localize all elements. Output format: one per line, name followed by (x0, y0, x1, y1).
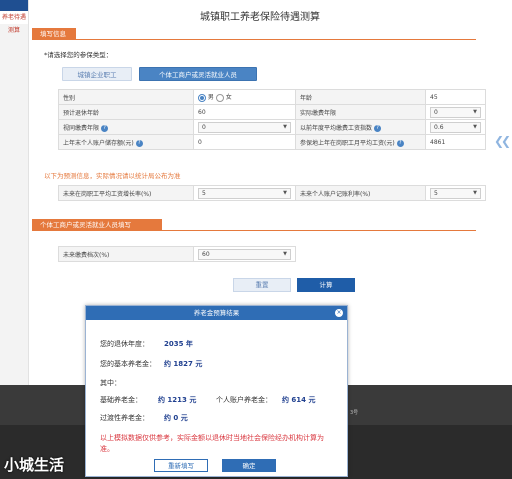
deemed-years-label-cell: 视同缴费年限? (58, 119, 194, 135)
section-divider (76, 39, 476, 40)
actual-years-label: 实际缴费年限 (295, 104, 426, 120)
help-icon[interactable]: ? (396, 139, 404, 147)
wage-index-value: 0.6 (434, 123, 444, 131)
chevron-down-icon: ▼ (283, 251, 287, 257)
wage-index-label-cell: 以前年度平均缴费工资指数? (295, 119, 426, 135)
deemed-years-value: 0 (202, 123, 206, 131)
gender-field: 男 女 (193, 89, 296, 105)
account-balance-label-cell: 上年末个人账户储存额(元)? (58, 134, 194, 150)
base-pension-value: 约 1213 元 (158, 396, 197, 404)
chevron-down-icon: ▼ (283, 190, 287, 196)
modal-title: 养老金预算结果 (86, 306, 347, 320)
result-modal: 养老金预算结果 × 您的退休年度： 2035 年 您的基本养老金： 约 1827… (85, 305, 348, 477)
radio-female[interactable] (215, 93, 224, 102)
sidebar-item-pension-calc[interactable]: 养老待遇测算 (0, 11, 28, 34)
radio-male-label: 男 (207, 94, 214, 102)
actual-years-cell: 0 ▼ (425, 104, 486, 120)
chevron-down-icon: ▼ (473, 124, 477, 130)
deemed-years-select[interactable]: 0 ▼ (198, 121, 291, 133)
wage-index-label: 以前年度平均缴费工资指数 (300, 124, 373, 132)
growth-rate-value: 5 (202, 189, 206, 197)
help-icon[interactable]: ? (374, 124, 382, 132)
growth-rate-cell: 5 ▼ (193, 185, 296, 201)
help-icon[interactable]: ? (135, 139, 143, 147)
avg-wage-input[interactable]: 4861 (425, 134, 486, 150)
interest-rate-label: 未来个人账户记账利率(%) (295, 185, 426, 201)
personal-pension-label: 个人账户养老金： (216, 396, 272, 404)
base-pension-label: 基础养老金： (100, 396, 142, 404)
personal-pension-value: 约 614 元 (282, 396, 316, 404)
interest-rate-cell: 5 ▼ (425, 185, 486, 201)
radio-female-label: 女 (225, 94, 232, 102)
retire-year-value: 2035 年 (164, 340, 193, 348)
grade-select[interactable]: 60 ▼ (198, 248, 291, 260)
transition-pension-label: 过渡性养老金： (100, 414, 149, 422)
double-chevron-left-icon[interactable]: ❮❮ (494, 134, 511, 148)
avg-wage-label: 参保地上年在岗职工月平均工资(元) (300, 139, 395, 147)
transition-pension-value: 约 0 元 (164, 414, 188, 422)
actual-years-select[interactable]: 0 ▼ (430, 106, 481, 118)
disclaimer-note: 以上模拟数据仅供参考，实际金额以退休时当地社会保险经办机构计算为准。 (100, 434, 324, 453)
chevron-down-icon: ▼ (473, 109, 477, 115)
age-input[interactable]: 45 (425, 89, 486, 105)
type-button-self-employed[interactable]: 个体工商户或灵活就业人员 (139, 67, 257, 81)
retire-age-input[interactable]: 60 (193, 104, 296, 120)
page-title: 城镇职工养老保险待遇测算 (200, 12, 320, 23)
grade-label: 未来缴费档次(%) (58, 246, 194, 262)
help-icon[interactable]: ? (101, 124, 109, 132)
insurance-type-prompt: *请选择您的参保类型： (44, 51, 113, 59)
empty-cell (296, 247, 487, 262)
wage-index-cell: 0.6 ▼ (425, 119, 486, 135)
interest-rate-select[interactable]: 5 ▼ (430, 187, 481, 199)
info-form: 性别 男 女 年龄 45 预计退休年龄 60 实际缴费年限 0 ▼ 视同缴费年限?… (58, 89, 486, 150)
calculate-button[interactable]: 计算 (297, 278, 355, 292)
growth-rate-label: 未来在岗职工平均工资增长率(%) (58, 185, 194, 201)
gender-label: 性别 (58, 89, 194, 105)
forecast-form: 未来在岗职工平均工资增长率(%) 5 ▼ 未来个人账户记账利率(%) 5 ▼ (58, 185, 486, 201)
deemed-years-label: 视同缴费年限 (63, 124, 100, 132)
grade-value: 60 (202, 250, 210, 258)
refill-button[interactable]: 重新填写 (154, 459, 208, 472)
avg-wage-label-cell: 参保地上年在岗职工月平均工资(元)? (295, 134, 426, 150)
growth-rate-select[interactable]: 5 ▼ (198, 187, 291, 199)
reset-button[interactable]: 重置 (233, 278, 291, 292)
account-balance-input[interactable]: 0 (193, 134, 296, 150)
basic-pension-value: 约 1827 元 (164, 360, 203, 368)
actual-years-value: 0 (434, 108, 438, 116)
grade-form: 未来缴费档次(%) 60 ▼ (58, 246, 486, 262)
age-label: 年龄 (295, 89, 426, 105)
confirm-button[interactable]: 确定 (222, 459, 276, 472)
watermark-text: 小城生活 (4, 456, 65, 474)
retire-year-label: 您的退休年度： (100, 340, 149, 348)
interest-rate-value: 5 (434, 189, 438, 197)
basic-pension-label: 您的基本养老金： (100, 360, 156, 368)
footer-text: 3号 (350, 410, 359, 416)
section-tag-self-employed: 个体工商户或灵活就业人员填写 (32, 219, 162, 231)
section-divider (162, 230, 476, 231)
type-button-enterprise[interactable]: 城镇企业职工 (62, 67, 132, 81)
chevron-down-icon: ▼ (283, 124, 287, 130)
close-icon[interactable]: × (335, 309, 343, 317)
retire-age-label: 预计退休年龄 (58, 104, 194, 120)
grade-cell: 60 ▼ (193, 246, 296, 262)
radio-male[interactable] (198, 93, 206, 102)
account-balance-label: 上年末个人账户储存额(元) (63, 139, 134, 147)
wage-index-select[interactable]: 0.6 ▼ (430, 121, 481, 133)
section-tag-fill-info: 填写信息 (32, 28, 76, 40)
deemed-years-cell: 0 ▼ (193, 119, 296, 135)
forecast-note: 以下为预测信息，实际情况请以统计局公布为准 (44, 172, 181, 180)
chevron-down-icon: ▼ (473, 190, 477, 196)
among-label: 其中： (100, 379, 121, 387)
